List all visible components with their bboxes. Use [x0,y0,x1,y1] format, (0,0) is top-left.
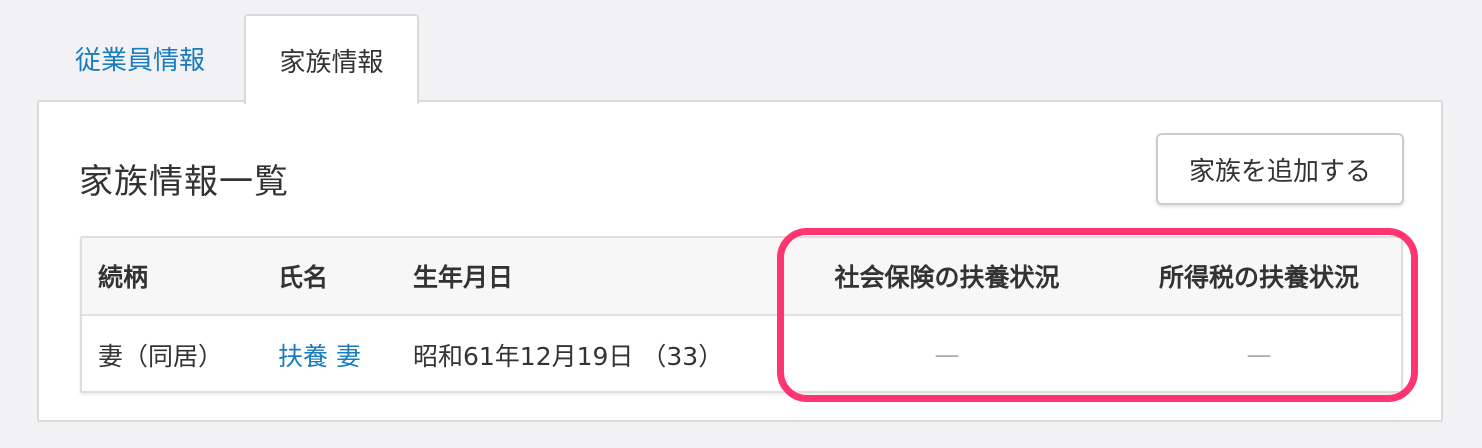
page-title: 家族情報一覧 [79,162,289,202]
cell-relation: 妻（同居） [98,341,224,371]
family-table: 続柄 氏名 生年月日 社会保険の扶養状況 所得税の扶養状況 妻（同居） 扶養 妻… [80,236,1403,393]
cell-birthdate: 昭和61年12月19日 （33） [413,341,724,371]
header-income-tax: 所得税の扶養状況 [1158,263,1359,292]
header-birthdate: 生年月日 [413,263,514,292]
cell-income-tax: — [1246,340,1272,369]
header-name: 氏名 [278,263,329,292]
header-social-insurance: 社会保険の扶養状況 [834,263,1060,292]
header-relation: 続柄 [98,263,149,292]
table-row: 妻（同居） 扶養 妻 昭和61年12月19日 （33） — — [82,316,1401,391]
family-info-panel: 家族情報一覧 家族を追加する 続柄 氏名 生年月日 社会保険の扶養状況 所得税の… [37,100,1443,422]
tab-bar: 従業員情報 家族情報 [37,14,1443,104]
table-header-row: 続柄 氏名 生年月日 社会保険の扶養状況 所得税の扶養状況 [82,238,1401,316]
tab-employee-info[interactable]: 従業員情報 [37,14,243,102]
cell-social-insurance: — [934,340,960,369]
add-family-button[interactable]: 家族を追加する [1156,133,1404,205]
tab-family-info[interactable]: 家族情報 [244,14,419,104]
family-member-name-link[interactable]: 扶養 妻 [278,316,361,391]
